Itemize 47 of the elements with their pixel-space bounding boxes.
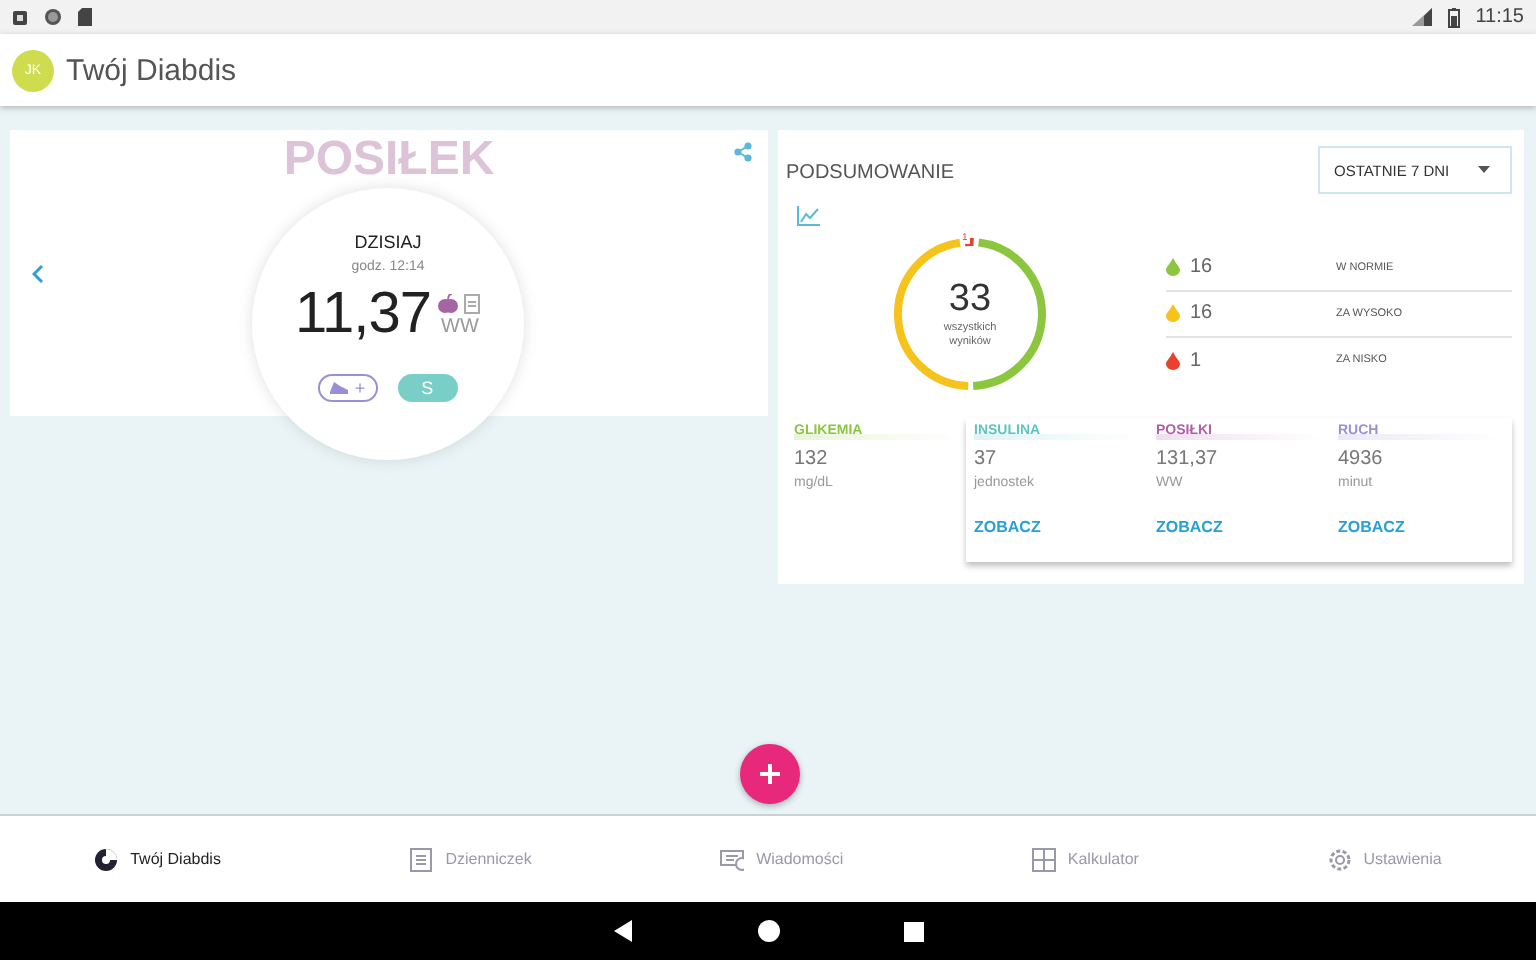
app-title: Twój Diabdis [66, 53, 237, 87]
battery-icon [1447, 7, 1460, 27]
nav-tab[interactable]: Ustawienia [1323, 843, 1446, 875]
metric-value: 4936 [1338, 448, 1385, 470]
total-count: 33 [948, 278, 992, 322]
note-tag[interactable]: S [397, 374, 458, 402]
shoe-icon [330, 382, 349, 394]
sd-card-icon [78, 8, 92, 26]
calculator-icon [1031, 847, 1056, 871]
notification-icon [12, 9, 28, 25]
back-chevron-icon[interactable] [32, 263, 44, 283]
caret-icon [1478, 166, 1490, 174]
message-icon [720, 847, 745, 871]
settings-icon [1327, 847, 1352, 871]
range-count: 16 [1190, 256, 1215, 278]
signal-icon [1411, 8, 1432, 26]
nav-tab[interactable]: Wiadomości [716, 843, 848, 875]
day-label: DZISIAJ [354, 232, 422, 252]
apple-icon [438, 293, 459, 313]
entry-value: 11,37 [295, 282, 431, 348]
see-link[interactable]: ZOBACZ [974, 518, 1041, 536]
notebook-icon [409, 847, 434, 871]
add-button[interactable] [740, 744, 800, 804]
summary-title: PODSUMOWANIE [786, 162, 955, 184]
document-icon [464, 293, 481, 313]
nav-tab[interactable]: Kalkulator [1027, 843, 1143, 875]
metric-value: 37 [974, 448, 999, 470]
metric-value: 131,37 [1156, 448, 1220, 470]
unit-label: WW [441, 315, 479, 337]
status-time: 11:15 [1475, 6, 1524, 28]
back-icon[interactable] [613, 920, 633, 942]
share-icon[interactable] [734, 142, 752, 162]
metric-value: 132 [794, 448, 830, 470]
circle-icon [44, 8, 62, 26]
see-link[interactable]: ZOBACZ [1156, 518, 1223, 536]
range-count: 16 [1190, 302, 1215, 324]
see-link[interactable]: ZOBACZ [1338, 518, 1405, 536]
nav-tab[interactable]: Dzienniczek [405, 843, 536, 875]
home-icon[interactable] [757, 920, 779, 942]
line-chart-icon[interactable] [796, 206, 820, 226]
plus-icon [760, 764, 780, 784]
pie-logo-icon [94, 847, 119, 871]
recents-icon[interactable] [903, 921, 923, 941]
category-label: POSIŁEK [281, 134, 497, 186]
activity-tag[interactable]: + [318, 374, 378, 402]
range-count: 1 [1190, 349, 1204, 371]
nav-tab[interactable]: Twój Diabdis [90, 843, 225, 875]
